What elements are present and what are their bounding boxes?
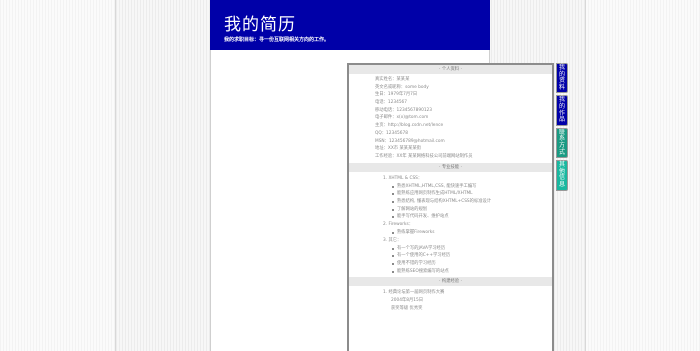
experience-award: 获奖等级 优秀奖 [391,306,423,312]
info-row: 电话：1234567 [375,100,408,106]
experience-title: 1. 经典论坛第一届网页制作大赛 [383,290,445,296]
side-tab-bar: 我的资料 我的作品 联系方式 其他信息 [556,63,569,193]
info-row: 生日：1979年7月7日 [375,92,418,98]
section-header-experience: · 构建经验 · [349,277,552,287]
info-row: 英文名或昵称：some body [375,84,429,90]
personal-info-list: 真实姓名：某某某 英文名或昵称：some body 生日：1979年7月7日 电… [349,74,552,163]
skill-item: 能熟练应用网页制作生成HTML/XHTML [383,190,552,198]
skill-item: 熟练掌握Fireworks [383,229,552,237]
tab-label: 我的作品 [558,96,565,124]
resume-header: 我的简历 我的求职目标：寻一份互联网相关方向的工作。 [210,0,490,50]
skills-list: 1. XHTML & CSS： 熟悉XHTML,HTML,CSS, 能快速手工编… [349,172,552,278]
experience-list: 1. 经典论坛第一届网页制作大赛 2004年8月15日 获奖等级 优秀奖 [349,286,552,314]
tab-label: 联系方式 [558,128,565,156]
info-row: 移动电话：1234567890123 [375,107,433,113]
skill-item: 了解网站的规划 [383,206,552,214]
section-header-skills: · 专业技能 · [349,162,552,172]
info-row: 主页：http://blog.csdn.net/lence [375,123,444,129]
skill-item: 能熟练SEO搜索编写的站点 [383,268,552,276]
info-row: QQ：12345678 [375,130,408,136]
tab-other-info[interactable]: 其他信息 [556,160,568,191]
section-header-personal: · 个人资料 · [349,65,552,74]
resume-detail-panel[interactable]: · 个人资料 · 真实姓名：某某某 英文名或昵称：some body 生日：19… [347,63,554,351]
info-row: 真实姓名：某某某 [375,77,410,82]
info-row: 电子邮件：x(x)@tom.com [375,115,429,121]
tab-my-works[interactable]: 我的作品 [556,95,568,126]
tab-label: 其他信息 [558,161,565,188]
tab-contact[interactable]: 联系方式 [556,127,568,159]
info-row: 地址：XX市 某某某某街 [375,146,421,152]
skill-item: 熟悉XHTML,HTML,CSS, 能快速手工编写 [383,183,552,191]
skill-item: 熟悉结构, 懂表现与结构XHTML+CSS的标准设计 [383,198,552,206]
job-objective: 我的求职目标：寻一份互联网相关方向的工作。 [224,37,330,43]
skill-group-title: 1. XHTML & CSS： [383,175,423,181]
skill-group-title: 3. 其它： [383,237,402,243]
skill-item: 有一个使用的C++学习经历 [383,252,552,260]
skill-item: 有一个写的JAVA学习经历 [383,245,552,253]
skill-item: 使用不错的学习经历 [383,260,552,268]
tab-label: 我的资料 [558,64,565,91]
skill-group-title: 2. Fireworks： [383,222,414,227]
page-title: 我的简历 [224,15,296,35]
info-row: MSN：123456789@hotmail.com [375,138,445,144]
experience-date: 2004年8月15日 [391,298,424,304]
tab-my-profile[interactable]: 我的资料 [556,63,568,94]
info-row: 工作经验：XX年 某某网络科技公司前端网站制作员 [375,153,473,159]
skill-item: 能手写代码开发、维护站点 [383,213,552,221]
